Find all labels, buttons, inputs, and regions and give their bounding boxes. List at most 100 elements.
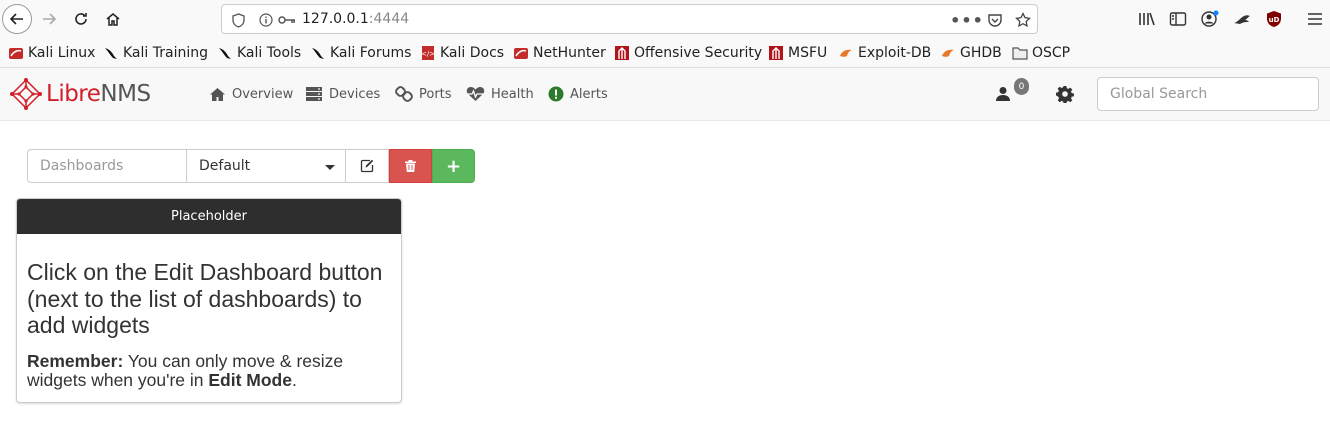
home-button[interactable]: [100, 4, 126, 34]
bookmark-label: OSCP: [1032, 45, 1071, 61]
bookmark-label: Kali Training: [123, 45, 208, 61]
kali-docs-icon: </>: [421, 46, 435, 60]
hamburger-menu-icon[interactable]: [1304, 8, 1326, 30]
settings-button[interactable]: [1056, 85, 1074, 107]
url-text: 127.0.0.1:4444: [302, 11, 409, 27]
nav-overview[interactable]: Overview: [209, 83, 293, 105]
nav-label: Ports: [419, 86, 452, 102]
back-button[interactable]: [2, 4, 32, 34]
kali-dragon-icon: [105, 48, 117, 59]
bookmark-label: GHDB: [960, 45, 1002, 61]
bookmark-label: Kali Docs: [440, 45, 505, 61]
logo-text-libre: Libre: [46, 81, 101, 107]
bookmark-nethunter[interactable]: NetHunter: [513, 43, 606, 63]
delete-dashboard-button[interactable]: [389, 149, 432, 183]
edit-icon: [360, 159, 374, 173]
bookmarks-bar: Kali Linux Kali Training Kali Tools Kali…: [0, 38, 1330, 68]
user-menu[interactable]: 0: [994, 78, 1034, 110]
svg-text:</>: </>: [421, 50, 435, 58]
librenms-logo-icon: [10, 78, 42, 110]
kali-icon: [9, 48, 23, 59]
placeholder-widget: Placeholder Click on the Edit Dashboard …: [16, 198, 402, 403]
bookmark-label: Kali Linux: [28, 45, 96, 61]
logo-text-nms: NMS: [100, 81, 151, 107]
bookmark-kali-tools[interactable]: Kali Tools: [217, 43, 301, 63]
kali-icon: [514, 48, 528, 59]
nav-alerts[interactable]: Alerts: [548, 83, 608, 105]
more-actions-icon[interactable]: •••: [950, 11, 983, 30]
url-bar[interactable]: 127.0.0.1:4444 •••: [221, 4, 1038, 34]
bookmark-msfu[interactable]: MSFU: [768, 43, 827, 63]
extension-dragon-icon[interactable]: [1231, 8, 1253, 30]
bookmark-exploit-db[interactable]: Exploit-DB: [838, 43, 931, 63]
bookmark-kali-linux[interactable]: Kali Linux: [8, 43, 95, 63]
dashboard-select[interactable]: Default: [187, 149, 346, 183]
heartbeat-icon: [466, 86, 485, 102]
bookmark-kali-training[interactable]: Kali Training: [103, 43, 208, 63]
dashboard-select-value: Default: [199, 158, 251, 174]
widget-note: Remember: You can only move & resize wid…: [27, 350, 391, 390]
nav-label: Devices: [329, 86, 381, 102]
global-search-input[interactable]: [1097, 77, 1319, 111]
url-host: 127.0.0.1: [302, 11, 369, 27]
bookmark-star-icon[interactable]: [1014, 11, 1032, 29]
home-icon: [106, 13, 120, 26]
bookmark-kali-forums[interactable]: Kali Forums: [310, 43, 411, 63]
plus-icon: +: [445, 155, 462, 177]
add-dashboard-button[interactable]: +: [432, 149, 475, 183]
exploitdb-icon: [942, 49, 954, 57]
sidebar-icon[interactable]: [1167, 8, 1189, 30]
bookmark-ghdb[interactable]: GHDB: [940, 43, 1002, 63]
server-icon: [305, 86, 323, 102]
notification-badge: 0: [1014, 78, 1029, 95]
dashboards-label: Dashboards: [27, 149, 187, 183]
edit-dashboard-button[interactable]: [346, 149, 389, 183]
url-port: :4444: [368, 11, 410, 27]
link-icon: [395, 86, 413, 102]
librenms-logo[interactable]: LibreNMS: [10, 78, 151, 110]
exploitdb-icon: [840, 49, 852, 57]
browser-toolbar: 127.0.0.1:4444 ••• uD: [0, 0, 1330, 38]
ublock-icon[interactable]: uD: [1263, 8, 1285, 30]
nav-ports[interactable]: Ports: [395, 83, 452, 105]
pocket-icon[interactable]: [986, 11, 1004, 29]
bookmark-label: NetHunter: [533, 45, 606, 61]
note-edit-mode: Edit Mode: [208, 369, 292, 390]
bookmark-label: Offensive Security: [634, 45, 763, 61]
arrow-left-icon: [9, 13, 23, 25]
account-icon[interactable]: [1199, 8, 1221, 30]
bookmark-label: Exploit-DB: [858, 45, 932, 61]
shield-icon[interactable]: [230, 11, 246, 29]
bookmark-label: Kali Forums: [330, 45, 412, 61]
folder-icon: [1012, 47, 1028, 60]
key-icon[interactable]: [278, 11, 296, 29]
nav-label: Alerts: [570, 86, 608, 102]
note-prefix: Remember:: [27, 350, 124, 371]
bookmark-label: Kali Tools: [237, 45, 302, 61]
reload-button[interactable]: [68, 4, 94, 34]
offsec-icon: [615, 46, 629, 60]
nav-label: Health: [491, 86, 534, 102]
offsec-icon: [769, 46, 783, 60]
bookmark-folder-oscp[interactable]: OSCP: [1012, 43, 1070, 63]
library-icon[interactable]: [1136, 8, 1158, 30]
bookmark-label: MSFU: [788, 45, 828, 61]
nav-health[interactable]: Health: [466, 83, 534, 105]
bookmark-offensive-security[interactable]: Offensive Security: [614, 43, 762, 63]
forward-button[interactable]: [36, 4, 62, 34]
note-end: .: [291, 369, 297, 390]
svg-text:uD: uD: [1269, 16, 1280, 24]
caret-down-icon: [325, 165, 335, 170]
widget-header[interactable]: Placeholder: [17, 199, 401, 234]
dashboard-controls: Dashboards Default +: [27, 149, 475, 183]
info-icon[interactable]: [258, 11, 274, 29]
nav-devices[interactable]: Devices: [305, 83, 380, 105]
kali-dragon-icon: [312, 48, 324, 59]
home-icon: [209, 87, 226, 102]
bookmark-kali-docs[interactable]: </> Kali Docs: [420, 43, 504, 63]
trash-icon: [405, 160, 416, 172]
nav-label: Overview: [232, 86, 294, 102]
widget-body: Click on the Edit Dashboard button (next…: [17, 234, 401, 390]
widget-instructions: Click on the Edit Dashboard button (next…: [27, 259, 383, 338]
arrow-right-icon: [43, 13, 57, 25]
